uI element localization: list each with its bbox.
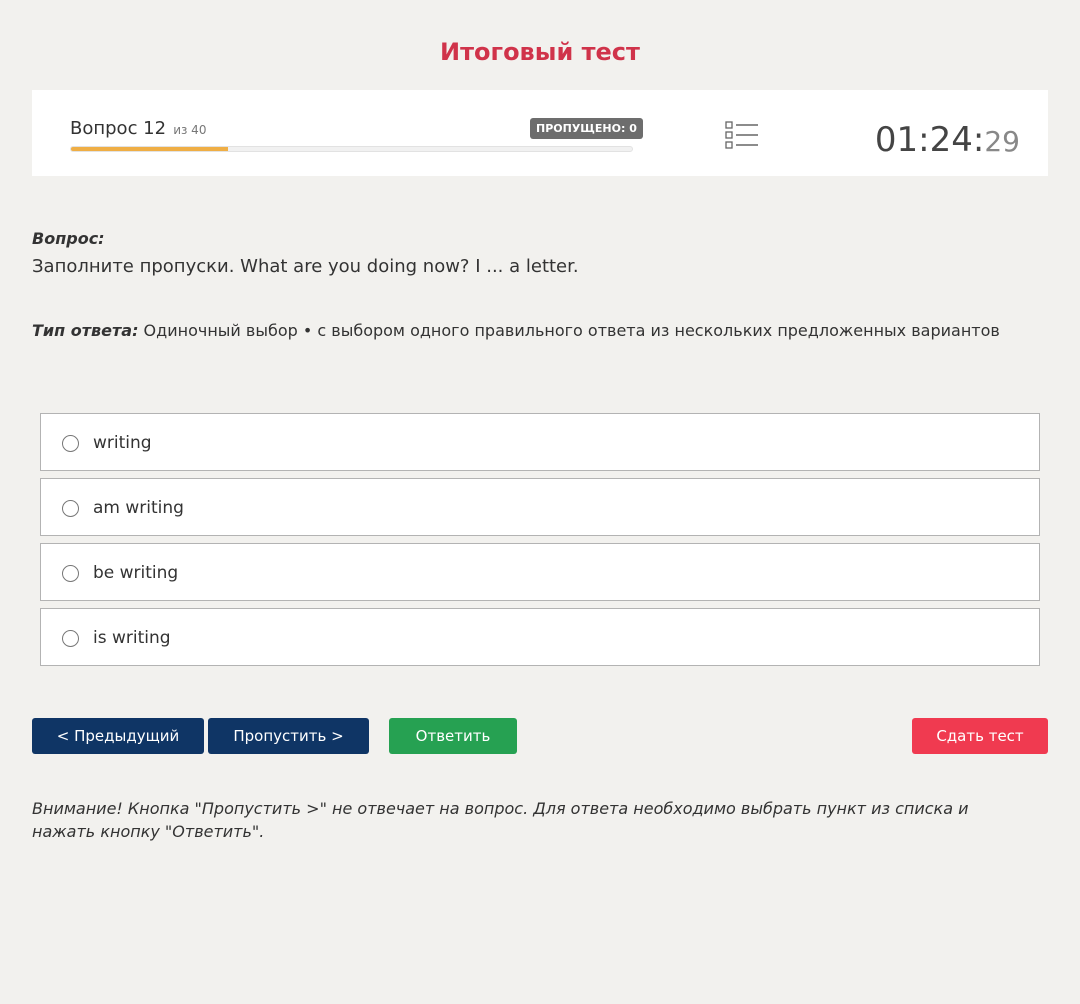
answer-type: Тип ответа: Одиночный выбор • с выбором … — [32, 321, 1000, 340]
previous-button[interactable]: < Предыдущий — [32, 718, 204, 754]
question-list-icon[interactable] — [724, 120, 760, 152]
status-panel: Вопрос 12 из 40 ПРОПУЩЕНО: 0 01:24:29 — [32, 90, 1048, 176]
radio-button[interactable] — [62, 630, 79, 647]
finish-test-button[interactable]: Сдать тест — [912, 718, 1048, 754]
option-label: is writing — [93, 628, 171, 648]
answer-options: writing am writing be writing is writing — [40, 413, 1040, 673]
timer: 01:24:29 — [875, 120, 1020, 160]
timer-seconds: 29 — [984, 125, 1020, 158]
question-number: Вопрос 12 — [70, 118, 167, 139]
question-total: из 40 — [173, 123, 207, 137]
answer-type-label: Тип ответа: — [32, 321, 139, 340]
option-label: am writing — [93, 498, 184, 518]
answer-type-text: Одиночный выбор • с выбором одного прави… — [138, 321, 1000, 340]
skipped-badge: ПРОПУЩЕНО: 0 — [530, 118, 643, 139]
timer-main: 01:24: — [874, 120, 985, 160]
answer-option[interactable]: is writing — [40, 608, 1040, 666]
answer-option[interactable]: am writing — [40, 478, 1040, 536]
answer-option[interactable]: writing — [40, 413, 1040, 471]
question-text: Заполните пропуски. What are you doing n… — [32, 256, 579, 277]
answer-option[interactable]: be writing — [40, 543, 1040, 601]
radio-button[interactable] — [62, 500, 79, 517]
progress-bar — [70, 146, 633, 152]
question-label: Вопрос: — [32, 229, 105, 248]
test-page: Итоговый тест Вопрос 12 из 40 ПРОПУЩЕНО:… — [0, 0, 1080, 1004]
answer-button[interactable]: Ответить — [389, 718, 517, 754]
question-counter: Вопрос 12 из 40 — [70, 118, 206, 139]
warning-note: Внимание! Кнопка "Пропустить >" не отвеч… — [32, 799, 969, 841]
skip-button[interactable]: Пропустить > — [208, 718, 369, 754]
option-label: be writing — [93, 563, 179, 583]
radio-button[interactable] — [62, 435, 79, 452]
radio-button[interactable] — [62, 565, 79, 582]
option-label: writing — [93, 433, 152, 453]
progress-fill — [71, 147, 229, 151]
page-title: Итоговый тест — [440, 38, 640, 66]
